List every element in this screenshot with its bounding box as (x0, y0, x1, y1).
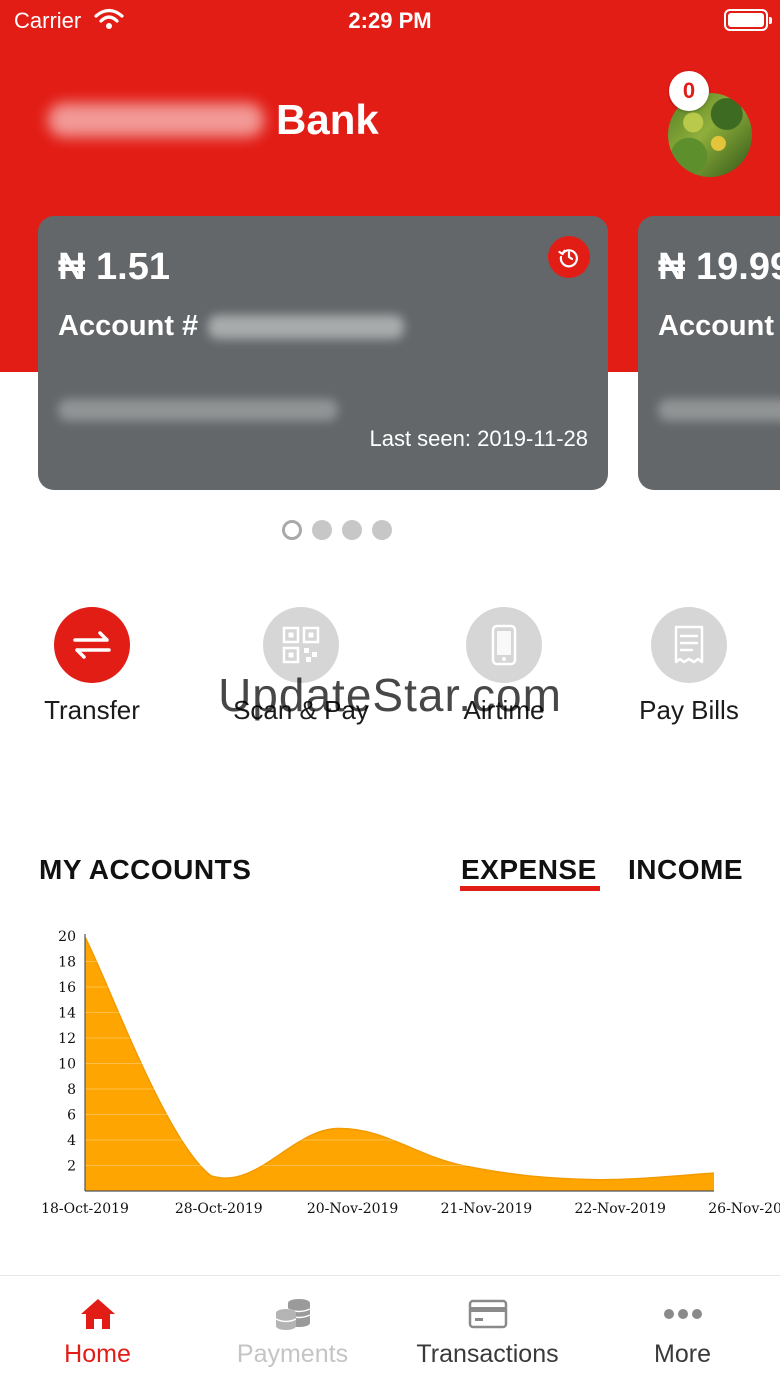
transfer-icon (73, 631, 111, 659)
account-label: Account (658, 310, 774, 342)
x-tick-label: 21-Nov-2019 (441, 1201, 533, 1217)
account-balance: ₦ 19.99 (658, 246, 780, 288)
card-icon (468, 1299, 507, 1329)
nav-home[interactable]: Home (0, 1276, 195, 1387)
notification-badge[interactable]: 0 (669, 71, 709, 111)
y-tick-label: 4 (67, 1133, 76, 1149)
x-tick-label: 28-Oct-2019 (175, 1201, 263, 1217)
battery-icon (724, 9, 772, 31)
account-card[interactable]: ₦ 1.51 Account # Last seen: 2019-11-28 (38, 216, 608, 490)
y-tick-label: 10 (58, 1057, 76, 1073)
blurred-account-owner (658, 399, 780, 421)
nav-payments-label: Payments (236, 1340, 349, 1368)
y-tick-label: 18 (58, 955, 76, 971)
nav-transactions-label: Transactions (416, 1340, 559, 1368)
receipt-icon (674, 625, 704, 664)
blurred-account-owner (58, 399, 338, 421)
nav-home-icon-wrap (0, 1296, 195, 1332)
pager-dot[interactable] (342, 520, 362, 540)
account-balance: ₦ 1.51 (58, 246, 170, 288)
history-icon (558, 249, 578, 268)
bottom-nav: Home Payments Transactions More (0, 1275, 780, 1387)
y-tick-label: 20 (58, 929, 76, 945)
y-tick-label: 8 (67, 1082, 76, 1098)
tab-income[interactable]: INCOME (628, 854, 743, 886)
x-tick-label: 20-Nov-2019 (307, 1201, 399, 1217)
bank-title: Bank (48, 94, 379, 146)
more-dots-icon (663, 1309, 702, 1319)
account-number-row: Account # (58, 310, 405, 343)
y-tick-label: 2 (67, 1159, 76, 1175)
qr-code-icon (282, 626, 320, 664)
nav-transactions-icon-wrap (390, 1296, 585, 1332)
y-tick-label: 6 (67, 1108, 76, 1124)
nav-transactions[interactable]: Transactions (390, 1276, 585, 1387)
active-tab-indicator (460, 886, 600, 891)
x-tick-label: 26-Nov-2019 (708, 1201, 780, 1217)
pager-dot[interactable] (372, 520, 392, 540)
my-accounts-title: MY ACCOUNTS (39, 854, 252, 885)
pager-dot-active[interactable] (282, 520, 302, 540)
nav-home-label: Home (64, 1340, 131, 1368)
status-bar: Carrier 2:29 PM (0, 0, 780, 40)
x-tick-label: 18-Oct-2019 (41, 1201, 129, 1217)
y-tick-label: 12 (58, 1031, 76, 1047)
home-icon (80, 1299, 115, 1329)
nav-more-label: More (654, 1340, 711, 1368)
nav-payments[interactable]: Payments (195, 1276, 390, 1387)
phone-icon (491, 624, 517, 666)
carousel-pager[interactable] (282, 519, 392, 541)
last-seen-label: Last seen: 2019-11-28 (369, 426, 588, 451)
watermark: UpdateStar.com (218, 669, 562, 721)
status-time: 2:29 PM (348, 8, 432, 33)
y-tick-label: 16 (58, 980, 76, 996)
expense-chart: 2 4 6 8 10 12 14 16 18 20 18-Oct-2019 28-Oct-2019 20… (41, 929, 780, 1217)
y-tick-label: 14 (58, 1006, 76, 1022)
account-label: Account # (58, 310, 199, 342)
coins-icon (275, 1299, 310, 1330)
history-button[interactable] (548, 236, 590, 278)
blurred-customer-name (48, 103, 264, 137)
pager-dot[interactable] (312, 520, 332, 540)
nav-payments-icon-wrap (195, 1296, 390, 1332)
blurred-account-number (208, 314, 405, 339)
bank-title-text: Bank (276, 96, 379, 143)
account-card[interactable]: ₦ 19.99 Account (638, 216, 780, 490)
home-screen: Carrier 2:29 PM Bank 0 ₦ 1.51 Account # … (0, 0, 780, 1387)
account-number-row: Account (658, 310, 774, 343)
expense-area (85, 937, 714, 1191)
nav-more[interactable]: More (585, 1276, 780, 1387)
tab-expense[interactable]: EXPENSE (461, 854, 597, 886)
x-tick-label: 22-Nov-2019 (574, 1201, 666, 1217)
nav-more-icon-wrap (585, 1296, 780, 1332)
